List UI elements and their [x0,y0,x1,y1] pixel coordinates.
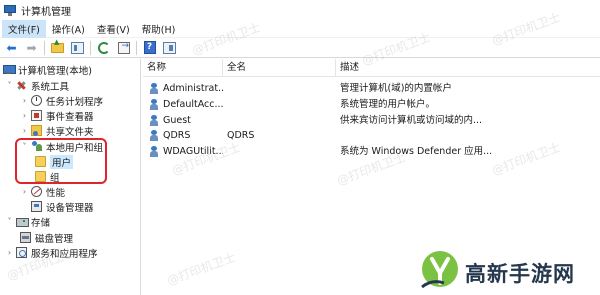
highlight-annotation [15,138,107,184]
menu-action[interactable]: 操作(A) [46,20,91,38]
cell-description: 管理计算机(域)的内置帐户 [340,83,452,94]
clock-icon [31,95,42,106]
toolbar-separator [136,40,137,55]
chevron-down-icon[interactable]: ˅ [5,81,14,90]
computer-management-icon [4,5,16,16]
cell-name: Guest [163,115,191,126]
cell-description: 系统管理的用户帐户。 [340,99,436,110]
column-header-fullname[interactable]: 全名 [223,59,336,77]
tree-item-label: 共享文件夹 [46,126,94,138]
cell-name: DefaultAcc... [163,99,223,110]
user-icon [149,146,160,157]
tree-item-task-scheduler[interactable]: › 任务计划程序 [20,93,103,108]
user-icon [149,130,160,141]
storage-icon [16,216,29,227]
menu-bar: 文件(F) 操作(A) 查看(V) 帮助(H) [0,20,600,38]
cell-fullname [227,81,332,96]
tree-item-label: 磁盘管理 [35,233,74,245]
chevron-down-icon[interactable]: ˅ [5,217,14,226]
event-viewer-icon [31,110,42,121]
show-hide-tree-button[interactable] [69,40,86,56]
refresh-icon [97,41,110,54]
tree-item-root[interactable]: 计算机管理(本地) [3,62,92,77]
title-bar: 计算机管理 [0,0,600,21]
toolbar-separator [44,40,45,55]
shared-folder-icon [31,125,42,136]
table-row[interactable]: DefaultAcc... 系统管理的用户帐户。 [143,97,600,112]
tree-item-label: 系统工具 [31,81,70,93]
cell-description: 系统为 Windows Defender 应用... [340,146,493,157]
tree-item-label: 存储 [31,217,51,229]
cell-name: WDAGUtilit... [163,146,223,157]
chevron-right-icon[interactable]: › [5,248,14,257]
computer-icon [3,64,16,75]
device-manager-icon [31,201,42,212]
show-action-pane-button[interactable] [161,40,178,56]
chevron-right-icon[interactable]: › [20,126,29,135]
toolbar-separator [90,40,91,55]
tree-item-performance[interactable]: › 性能 [20,184,65,199]
tree-item-label: 服务和应用程序 [31,248,98,260]
tree-item-shared-folders[interactable]: › 共享文件夹 [20,123,94,138]
menu-view[interactable]: 查看(V) [91,20,136,38]
tree-item-system-tools[interactable]: ˅ 系统工具 [5,78,70,93]
help-button[interactable]: ? [141,40,158,56]
cell-fullname: QDRS [227,130,255,141]
cell-description [340,128,510,143]
toolbar: ⬅ ➡ ? [0,38,600,58]
chevron-right-icon[interactable]: › [20,111,29,120]
up-one-level-button[interactable] [49,38,66,56]
column-header-description[interactable]: 描述 [336,59,600,77]
tools-icon [16,80,27,91]
menu-file[interactable]: 文件(F) [2,20,46,38]
tree-item-label: 事件查看器 [46,111,94,123]
user-icon [149,83,160,94]
tree-item-label: 性能 [46,187,66,199]
cell-description: 供来宾访问计算机或访问域的内... [340,115,483,126]
forward-button[interactable]: ➡ [23,40,40,56]
export-list-button[interactable] [115,40,132,56]
cell-name: QDRS [163,130,191,141]
tree-item-event-viewer[interactable]: › 事件查看器 [20,108,94,123]
table-row[interactable]: QDRS QDRS [143,128,600,143]
export-icon [117,41,130,54]
cell-fullname [227,97,332,112]
back-icon: ⬅ [6,40,17,55]
tree-item-disk-management[interactable]: 磁盘管理 [20,230,73,245]
tree-item-device-manager[interactable]: 设备管理器 [31,199,94,214]
cell-fullname [227,113,332,128]
tree-item-storage[interactable]: ˅ 存储 [5,214,51,229]
window-title: 计算机管理 [21,7,71,18]
list-header: 名称 全名 描述 [143,59,600,77]
table-row[interactable]: WDAGUtilit... 系统为 Windows Defender 应用... [143,144,600,159]
column-header-name[interactable]: 名称 [143,59,223,77]
up-folder-icon [51,38,64,53]
menu-help[interactable]: 帮助(H) [136,20,182,38]
show-tree-icon [71,41,84,54]
services-icon [16,247,27,258]
disk-icon [20,232,31,243]
action-pane-icon [163,41,176,54]
brand-logo-text: 高新手游网 [465,262,575,286]
tree-item-label: 设备管理器 [46,202,94,214]
table-row[interactable]: Guest 供来宾访问计算机或访问域的内... [143,113,600,128]
tree-item-label: 任务计划程序 [46,96,104,108]
user-icon [149,99,160,110]
help-icon: ? [143,41,156,54]
user-icon [149,115,160,126]
brand-logo-icon [421,251,458,289]
cell-fullname [227,144,332,159]
performance-icon [31,186,42,197]
cell-name: Administrat... [163,83,223,94]
chevron-right-icon[interactable]: › [20,187,29,196]
tree-item-services-apps[interactable]: › 服务和应用程序 [5,245,98,260]
tree-item-label: 计算机管理(本地) [18,65,92,77]
forward-icon: ➡ [26,40,37,55]
chevron-right-icon[interactable]: › [20,96,29,105]
refresh-button[interactable] [95,40,112,56]
back-button[interactable]: ⬅ [3,40,20,56]
table-row[interactable]: Administrat... 管理计算机(域)的内置帐户 [143,81,600,96]
